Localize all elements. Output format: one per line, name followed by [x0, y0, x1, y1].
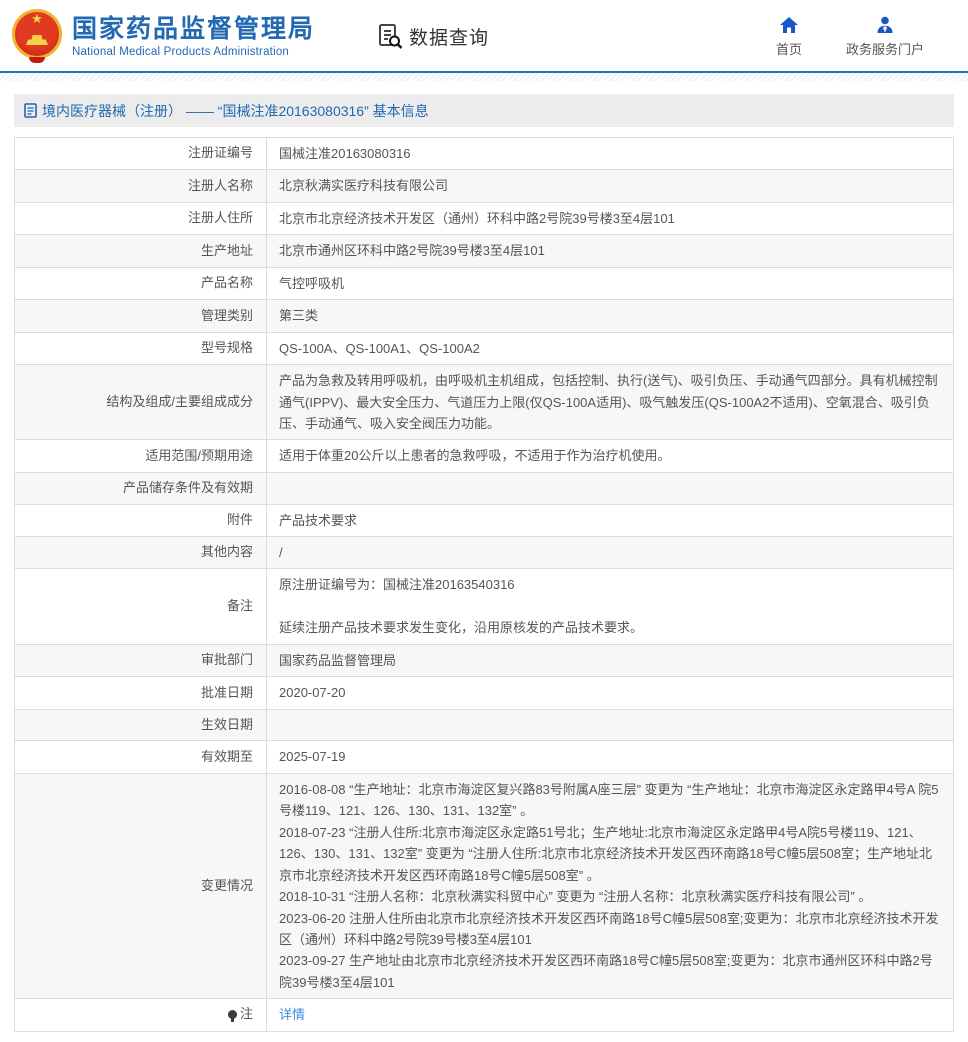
page-header: ★ 国家药品监督管理局 National Medical Products Ad… — [0, 0, 968, 71]
row-label: 有效期至 — [15, 741, 267, 773]
row-label: 型号规格 — [15, 332, 267, 364]
row-label: 注 — [240, 1004, 253, 1025]
table-row: 批准日期 2020-07-20 — [15, 677, 954, 709]
nav-portal-label: 政务服务门户 — [846, 39, 924, 58]
home-icon — [779, 15, 799, 35]
row-label: 生产地址 — [15, 235, 267, 267]
row-label: 结构及组成/主要组成成分 — [15, 365, 267, 440]
data-query-label: 数据查询 — [409, 23, 489, 50]
row-label: 生效日期 — [15, 709, 267, 741]
nav-item-home[interactable]: 首页 — [776, 15, 802, 58]
row-value: 产品技术要求 — [267, 504, 954, 536]
row-label: 产品名称 — [15, 267, 267, 299]
row-label: 注册证编号 — [15, 138, 267, 170]
change-history-value: 2016-08-08 “生产地址：北京市海淀区复兴路83号附属A座三层” 变更为… — [267, 773, 954, 998]
table-row: 生产地址 北京市通州区环科中路2号院39号楼3至4层101 — [15, 235, 954, 267]
document-search-icon — [377, 23, 403, 49]
table-row: 审批部门 国家药品监督管理局 — [15, 644, 954, 676]
top-nav: 首页 政务服务门户 — [776, 15, 924, 58]
row-value — [267, 709, 954, 741]
table-row: 适用范围/预期用途 适用于体重20公斤以上患者的急救呼吸，不适用于作为治疗机使用… — [15, 440, 954, 472]
table-row: 附件 产品技术要求 — [15, 504, 954, 536]
row-value: / — [267, 537, 954, 569]
page-title: 境内医疗器械（注册） —— “国械注准20163080316” 基本信息 — [42, 101, 429, 121]
nav-item-portal[interactable]: 政务服务门户 — [846, 15, 924, 58]
table-row: 管理类别 第三类 — [15, 300, 954, 332]
table-row: 备注 原注册证编号为：国械注准20163540316 延续注册产品技术要求发生变… — [15, 569, 954, 644]
row-label: 注册人住所 — [15, 202, 267, 234]
row-value — [267, 472, 954, 504]
row-value: 第三类 — [267, 300, 954, 332]
title-bar: 境内医疗器械（注册） —— “国械注准20163080316” 基本信息 — [14, 94, 954, 127]
row-value: QS-100A、QS-100A1、QS-100A2 — [267, 332, 954, 364]
brand-name-en: National Medical Products Administration — [72, 46, 315, 58]
row-label: 适用范围/预期用途 — [15, 440, 267, 472]
row-value: 北京秋满实医疗科技有限公司 — [267, 170, 954, 202]
row-label: 注册人名称 — [15, 170, 267, 202]
row-value: 2020-07-20 — [267, 677, 954, 709]
row-value: 气控呼吸机 — [267, 267, 954, 299]
table-row: 有效期至 2025-07-19 — [15, 741, 954, 773]
row-value: 北京市北京经济技术开发区（通州）环科中路2号院39号楼3至4层101 — [267, 202, 954, 234]
row-value: 北京市通州区环科中路2号院39号楼3至4层101 — [267, 235, 954, 267]
table-row: 注册证编号 国械注准20163080316 — [15, 138, 954, 170]
row-label: 其他内容 — [15, 537, 267, 569]
table-row: 变更情况 2016-08-08 “生产地址：北京市海淀区复兴路83号附属A座三层… — [15, 773, 954, 998]
row-label: 审批部门 — [15, 644, 267, 676]
row-label: 批准日期 — [15, 677, 267, 709]
bulb-icon — [228, 1010, 237, 1019]
table-row: 产品储存条件及有效期 — [15, 472, 954, 504]
header-separator — [0, 71, 968, 81]
table-row: 注 详情 — [15, 999, 954, 1032]
row-value: 原注册证编号为：国械注准20163540316 延续注册产品技术要求发生变化，沿… — [267, 569, 954, 644]
row-label: 附件 — [15, 504, 267, 536]
table-row: 注册人名称 北京秋满实医疗科技有限公司 — [15, 170, 954, 202]
detail-link[interactable]: 详情 — [279, 1007, 305, 1022]
emblem-stars-icon: ★ — [12, 12, 62, 26]
user-icon — [875, 15, 895, 35]
table-row: 型号规格 QS-100A、QS-100A1、QS-100A2 — [15, 332, 954, 364]
row-value: 国家药品监督管理局 — [267, 644, 954, 676]
table-row: 结构及组成/主要组成成分 产品为急救及转用呼吸机，由呼吸机主机组成，包括控制、执… — [15, 365, 954, 440]
national-emblem-icon: ★ — [12, 9, 62, 63]
table-row: 注册人住所 北京市北京经济技术开发区（通州）环科中路2号院39号楼3至4层101 — [15, 202, 954, 234]
data-query-entry[interactable]: 数据查询 — [377, 23, 489, 50]
brand-block: 国家药品监督管理局 National Medical Products Admi… — [72, 14, 315, 58]
table-row: 生效日期 — [15, 709, 954, 741]
row-value: 2025-07-19 — [267, 741, 954, 773]
row-label: 管理类别 — [15, 300, 267, 332]
table-row: 产品名称 气控呼吸机 — [15, 267, 954, 299]
row-value: 适用于体重20公斤以上患者的急救呼吸，不适用于作为治疗机使用。 — [267, 440, 954, 472]
row-value: 产品为急救及转用呼吸机，由呼吸机主机组成，包括控制、执行(送气)、吸引负压、手动… — [267, 365, 954, 440]
registration-info-table: 注册证编号 国械注准20163080316 注册人名称 北京秋满实医疗科技有限公… — [14, 137, 954, 1032]
nav-home-label: 首页 — [776, 39, 802, 58]
row-label: 变更情况 — [15, 773, 267, 998]
brand-name-cn: 国家药品监督管理局 — [72, 14, 315, 44]
document-icon — [24, 103, 37, 118]
row-label: 产品储存条件及有效期 — [15, 472, 267, 504]
row-label: 备注 — [15, 569, 267, 644]
row-value: 国械注准20163080316 — [267, 138, 954, 170]
table-row: 其他内容 / — [15, 537, 954, 569]
